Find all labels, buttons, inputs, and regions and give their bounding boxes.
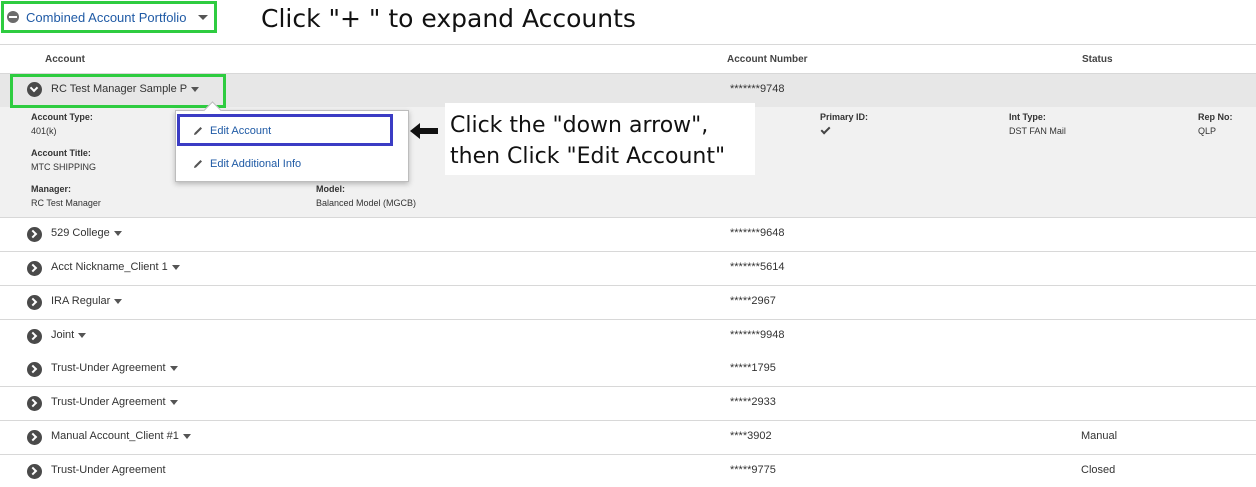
instruction-top: Click "+ " to expand Accounts (261, 4, 636, 33)
account-status: Manual (1081, 430, 1118, 442)
edit-additional-info-menu-item[interactable]: Edit Additional Info (176, 149, 410, 179)
pencil-icon (194, 160, 202, 168)
annotation-highlight-account (10, 74, 226, 108)
table-row[interactable]: Trust-Under Agreement *****9775 Closed (0, 455, 1256, 487)
expand-row-icon[interactable] (27, 261, 42, 276)
account-name-link[interactable]: Acct Nickname_Client 1 (51, 261, 180, 273)
portfolio-selector[interactable]: Combined Account Portfolio (1, 1, 217, 33)
account-title-value: MTC SHIPPING (31, 162, 97, 172)
manager-label: Manager: (31, 184, 72, 194)
arrow-left-icon (410, 123, 438, 139)
dropdown-arrow-icon[interactable] (171, 264, 180, 270)
account-number: ****3902 (730, 430, 772, 442)
dropdown-arrow-icon[interactable] (78, 332, 87, 338)
table-row[interactable]: Manual Account_Client #1 ****3902 Manual (0, 421, 1256, 455)
callout-line-1: Click the "down arrow", (450, 113, 709, 138)
account-number: *******9648 (730, 227, 785, 239)
account-name-link[interactable]: Trust-Under Agreement (51, 396, 178, 408)
expand-row-icon[interactable] (27, 227, 42, 242)
account-name-link[interactable]: Joint (51, 329, 87, 341)
account-type-value: 401(k) (31, 126, 57, 136)
account-number: *******9748 (730, 83, 785, 95)
expand-row-icon[interactable] (27, 430, 42, 445)
model-label: Model: (316, 184, 345, 194)
table-header: Account Account Number Status (0, 44, 1256, 74)
collapse-icon[interactable] (7, 11, 19, 23)
manager-value: RC Test Manager (31, 198, 101, 208)
table-row[interactable]: Joint *******9948 (0, 320, 1256, 354)
int-type-value: DST FAN Mail (1009, 126, 1066, 136)
account-number: *****2967 (730, 295, 776, 307)
chevron-down-icon[interactable] (198, 14, 209, 20)
account-name-link[interactable]: Manual Account_Client #1 (51, 430, 191, 442)
rep-no-value: QLP (1198, 126, 1217, 136)
account-number: *****2933 (730, 396, 776, 408)
expand-row-icon[interactable] (27, 464, 42, 479)
account-status: Closed (1081, 464, 1116, 476)
table-row[interactable]: Acct Nickname_Client 1 *******5614 (0, 252, 1256, 286)
account-number: *******9948 (730, 329, 785, 341)
dropdown-arrow-icon[interactable] (169, 399, 178, 405)
callout-line-2: then Click "Edit Account" (450, 144, 726, 169)
expand-row-icon[interactable] (27, 295, 42, 310)
account-name-link[interactable]: Trust-Under Agreement (51, 464, 166, 476)
table-row[interactable]: 529 College *******9648 (0, 218, 1256, 252)
primary-id-label: Primary ID: (820, 112, 869, 122)
account-title-label: Account Title: (31, 148, 91, 158)
header-account-number: Account Number (727, 54, 808, 65)
account-type-label: Account Type: (31, 112, 93, 122)
expand-row-icon[interactable] (27, 362, 42, 377)
expand-row-icon[interactable] (27, 329, 42, 344)
account-name-link[interactable]: 529 College (51, 227, 122, 239)
account-number: *****1795 (730, 362, 776, 374)
table-row[interactable]: IRA Regular *****2967 (0, 286, 1256, 320)
account-number: *******5614 (730, 261, 785, 273)
rep-no-label: Rep No: (1198, 112, 1233, 122)
annotation-highlight-edit-account (177, 114, 393, 146)
header-account: Account (45, 54, 85, 65)
account-name-link[interactable]: Trust-Under Agreement (51, 362, 178, 374)
table-row[interactable]: Trust-Under Agreement *****2933 (0, 387, 1256, 421)
int-type-label: Int Type: (1009, 112, 1046, 122)
dropdown-arrow-icon[interactable] (113, 230, 122, 236)
edit-additional-info-label[interactable]: Edit Additional Info (210, 158, 301, 170)
expand-row-icon[interactable] (27, 396, 42, 411)
portfolio-label[interactable]: Combined Account Portfolio (26, 10, 186, 25)
dropdown-arrow-icon[interactable] (169, 365, 178, 371)
account-name-link[interactable]: IRA Regular (51, 295, 123, 307)
dropdown-arrow-icon[interactable] (182, 433, 191, 439)
account-number: *****9775 (730, 464, 776, 476)
instruction-callout: Click the "down arrow", then Click "Edit… (445, 103, 755, 175)
dropdown-arrow-icon[interactable] (114, 298, 123, 304)
header-status: Status (1082, 54, 1113, 65)
table-row[interactable]: Trust-Under Agreement *****1795 (0, 353, 1256, 387)
model-value: Balanced Model (MGCB) (316, 198, 417, 208)
